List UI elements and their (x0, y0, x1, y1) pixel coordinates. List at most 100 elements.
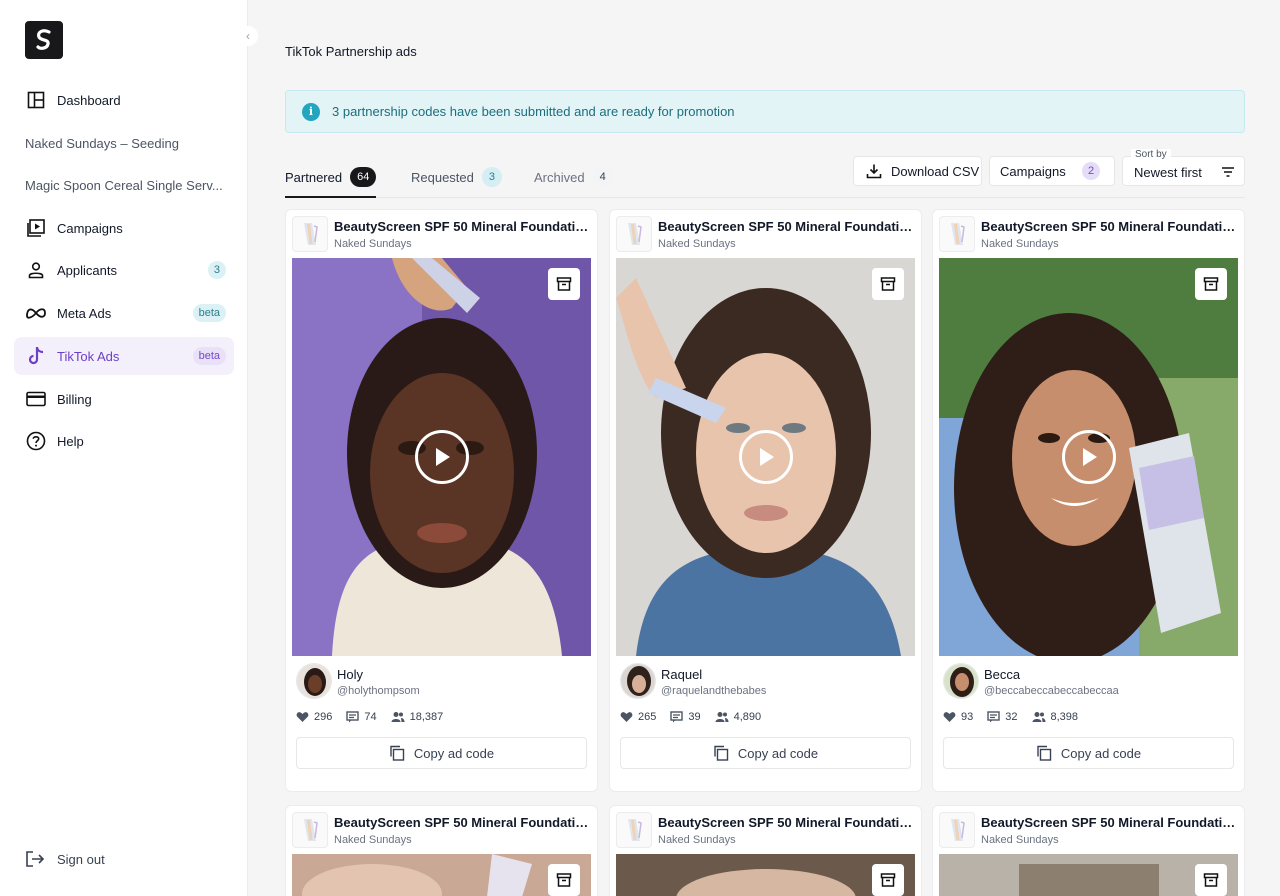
comments-stat: 32 (987, 711, 1018, 723)
likes-stat: 93 (943, 711, 973, 723)
sign-out-button[interactable]: Sign out (25, 850, 105, 868)
video-thumbnail[interactable] (616, 854, 915, 896)
creator-name: Holy (337, 667, 364, 682)
followers-stat: 4,890 (715, 711, 761, 723)
campaigns-filter-button[interactable]: Campaigns 2 (989, 156, 1115, 186)
copy-ad-code-button[interactable]: Copy ad code (296, 737, 587, 769)
nav-tiktok-ads[interactable]: TikTok Ads beta (14, 337, 234, 375)
archive-button[interactable] (1195, 268, 1227, 300)
nav-dashboard[interactable]: Dashboard (14, 81, 234, 119)
tab-archived[interactable]: Archived 4 (534, 166, 613, 188)
tab-label: Archived (534, 169, 585, 185)
video-thumbnail[interactable] (939, 854, 1238, 896)
creator-handle: @holythompsom (337, 685, 420, 697)
archive-button[interactable] (1195, 864, 1227, 896)
info-banner: i 3 partnership codes have been submitte… (285, 90, 1245, 133)
nav-dashboard-label: Dashboard (57, 92, 121, 108)
nav-help[interactable]: Help (14, 422, 234, 460)
nav-campaign-naked-sundays[interactable]: Naked Sundays – Seeding (14, 124, 234, 162)
help-circle-icon (25, 430, 47, 452)
comment-icon (670, 711, 684, 723)
archive-icon (556, 277, 572, 291)
card-header: BeautyScreen SPF 50 Mineral Foundation T… (292, 216, 592, 252)
download-csv-button[interactable]: Download CSV (853, 156, 982, 186)
heart-icon (943, 712, 956, 722)
people-icon (1032, 712, 1045, 722)
brand-name: Naked Sundays (334, 238, 412, 250)
product-title: BeautyScreen SPF 50 Mineral Foundation T… (334, 815, 592, 830)
followers-stat: 18,387 (391, 711, 443, 723)
card-header: BeautyScreen SPF 50 Mineral Foundation T… (616, 216, 916, 252)
nav-billing[interactable]: Billing (14, 380, 234, 418)
copy-ad-code-button[interactable]: Copy ad code (620, 737, 911, 769)
archive-button[interactable] (872, 268, 904, 300)
archive-icon (880, 277, 896, 291)
video-thumbnail[interactable] (292, 258, 591, 656)
archive-icon (1203, 277, 1219, 291)
filter-lines-icon (1221, 165, 1235, 183)
archive-icon (556, 873, 572, 887)
comments-stat: 74 (346, 711, 377, 723)
app-logo[interactable] (25, 21, 63, 59)
nav-campaigns[interactable]: Campaigns (14, 209, 234, 247)
brand-name: Naked Sundays (658, 834, 736, 846)
copy-ad-code-label: Copy ad code (413, 745, 495, 761)
info-icon: i (302, 102, 320, 121)
beta-badge: beta (192, 304, 226, 322)
archive-button[interactable] (548, 268, 580, 300)
video-thumbnail[interactable] (292, 854, 591, 896)
copy-ad-code-label: Copy ad code (737, 745, 819, 761)
play-icon (1083, 448, 1097, 466)
archive-icon (1203, 873, 1219, 887)
archive-button[interactable] (548, 864, 580, 896)
creator-avatar (620, 663, 656, 699)
archive-button[interactable] (872, 864, 904, 896)
card-header: BeautyScreen SPF 50 Mineral Foundation T… (939, 216, 1239, 252)
ad-card: BeautyScreen SPF 50 Mineral Foundation T… (285, 805, 598, 896)
tab-requested[interactable]: Requested 3 (411, 166, 503, 188)
video-thumbnail[interactable] (616, 258, 915, 656)
sort-select[interactable]: Sort by Newest first (1122, 149, 1245, 186)
copy-ad-code-button[interactable]: Copy ad code (943, 737, 1234, 769)
sort-label: Sort by (1131, 149, 1171, 160)
product-thumbnail (292, 812, 328, 848)
credit-card-icon (25, 388, 47, 410)
creator-handle: @beccabeccabeccabeccaa (984, 685, 1119, 697)
ad-card: BeautyScreen SPF 50 Mineral Foundation T… (609, 805, 922, 896)
engagement-stats: 93 32 8,398 (943, 711, 1092, 723)
tab-count-badge: 3 (481, 167, 503, 187)
likes-stat: 296 (296, 711, 332, 723)
ad-card: BeautyScreen SPF 50 Mineral Foundation T… (932, 805, 1245, 896)
nav-applicants[interactable]: Applicants 3 (14, 251, 234, 289)
archive-icon (880, 873, 896, 887)
nav-meta-ads[interactable]: Meta Ads beta (14, 294, 234, 332)
nav-campaign-magic-spoon[interactable]: Magic Spoon Cereal Single Serv... (14, 166, 234, 204)
video-thumbnail[interactable] (939, 258, 1238, 656)
likes-stat: 265 (620, 711, 656, 723)
meta-icon (25, 302, 47, 324)
ad-card: BeautyScreen SPF 50 Mineral Foundation T… (285, 209, 598, 792)
creator-handle: @raquelandthebabes (661, 685, 767, 697)
copy-icon (1037, 745, 1052, 761)
nav-campaign-label: Naked Sundays – Seeding (25, 135, 179, 151)
likes-count: 265 (638, 711, 657, 723)
sign-out-label: Sign out (57, 851, 105, 867)
campaigns-filter-label: Campaigns (1000, 163, 1066, 179)
play-icon (436, 448, 450, 466)
play-button[interactable] (415, 430, 469, 484)
page-title: TikTok Partnership ads (285, 44, 417, 59)
followers-stat: 8,398 (1032, 711, 1078, 723)
play-button[interactable] (739, 430, 793, 484)
play-button[interactable] (1062, 430, 1116, 484)
collapse-sidebar-button[interactable]: ‹ (238, 26, 258, 46)
beta-badge: beta (192, 347, 226, 365)
heart-icon (620, 712, 633, 722)
brand-name: Naked Sundays (981, 238, 1059, 250)
product-title: BeautyScreen SPF 50 Mineral Foundation T… (658, 815, 916, 830)
logout-icon (25, 850, 45, 868)
tab-partnered[interactable]: Partnered 64 (285, 166, 377, 188)
brand-name: Naked Sundays (334, 834, 412, 846)
video-library-icon (25, 217, 47, 239)
engagement-stats: 265 39 4,890 (620, 711, 775, 723)
copy-icon (714, 745, 729, 761)
